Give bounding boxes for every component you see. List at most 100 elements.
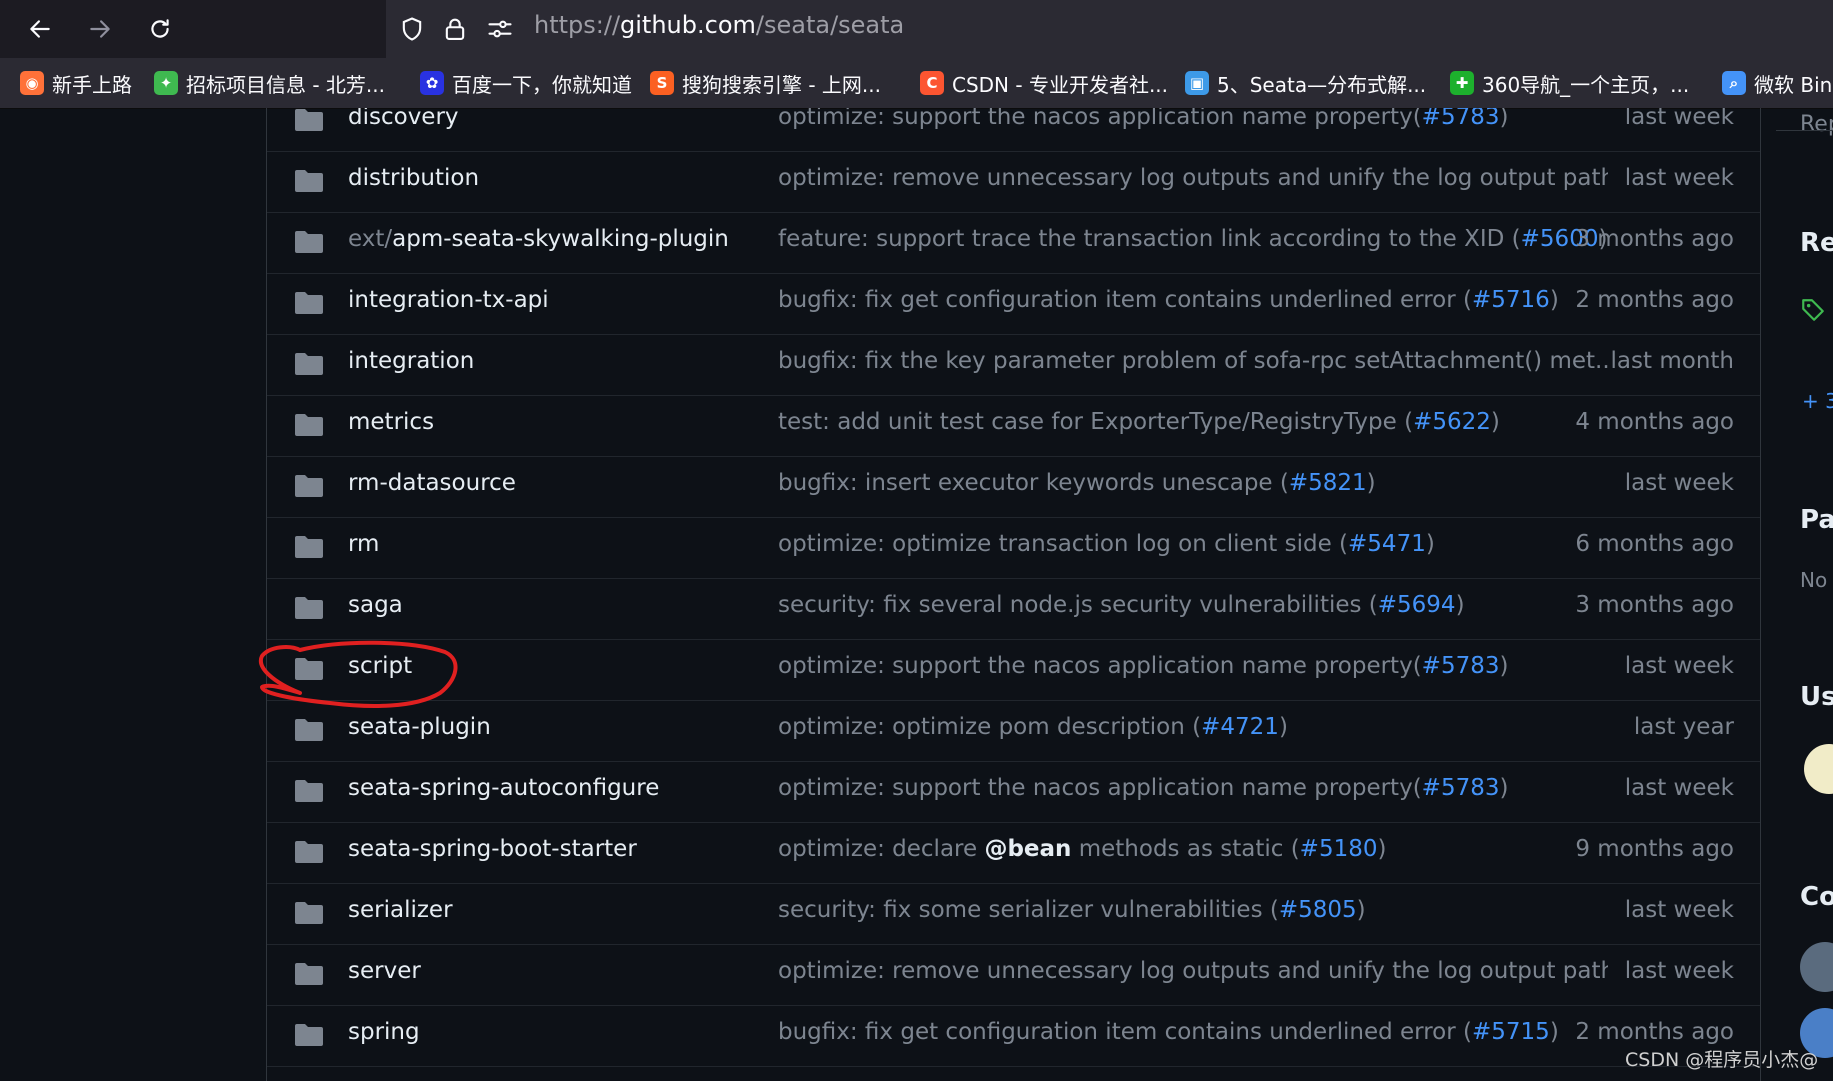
commit-age[interactable]: last week xyxy=(1625,470,1734,496)
commit-message-text: methods as static ( xyxy=(1071,836,1300,862)
folder-name-link[interactable]: integration xyxy=(348,348,474,374)
commit-age[interactable]: 4 months ago xyxy=(1575,409,1734,435)
commit-message-suffix: ) xyxy=(1425,531,1435,557)
folder-name-link[interactable]: rm-datasource xyxy=(348,470,516,496)
reload-button[interactable] xyxy=(143,12,177,46)
bookmark-item[interactable]: ✿ 百度一下，你就知道 xyxy=(420,69,632,97)
commit-message-link[interactable]: bugfix: fix get configuration item conta… xyxy=(778,287,1559,313)
commit-message-link[interactable]: bugfix: insert executor keywords unescap… xyxy=(778,470,1376,496)
bookmark-item[interactable]: C CSDN - 专业开发者社... xyxy=(920,69,1168,97)
commit-age[interactable]: 2 months ago xyxy=(1575,287,1734,313)
commit-message-link[interactable]: optimize: remove unnecessary log outputs… xyxy=(778,165,1608,191)
url-text[interactable]: https://github.com/seata/seata xyxy=(534,11,904,39)
commit-message-link[interactable]: test: add unit test case for ExporterTyp… xyxy=(778,409,1500,435)
commit-message-text: optimize: optimize transaction log on cl… xyxy=(778,531,1349,557)
commit-message-link[interactable]: security: fix several node.js security v… xyxy=(778,592,1465,618)
pull-request-link[interactable]: #5694 xyxy=(1378,592,1456,618)
folder-icon xyxy=(294,108,324,132)
pull-request-link[interactable]: #5716 xyxy=(1472,287,1550,313)
sidebar-more-releases-link[interactable]: + 3 xyxy=(1802,389,1833,413)
folder-name-link[interactable]: server xyxy=(348,958,421,984)
folder-icon xyxy=(294,352,324,376)
commit-message-link[interactable]: optimize: support the nacos application … xyxy=(778,108,1508,130)
pull-request-link[interactable]: #5805 xyxy=(1279,897,1357,923)
bookmark-item[interactable]: ◉ 新手上路 xyxy=(20,69,132,97)
commit-age[interactable]: last week xyxy=(1625,653,1734,679)
folder-name: metrics xyxy=(348,409,435,435)
commit-message-link[interactable]: bugfix: fix get configuration item conta… xyxy=(778,1019,1559,1045)
folder-name: discovery xyxy=(348,108,459,130)
bookmark-item[interactable]: S 搜狗搜索引擎 - 上网... xyxy=(650,69,881,97)
commit-message-text: security: fix several node.js security v… xyxy=(778,592,1378,618)
folder-name-link[interactable]: metrics xyxy=(348,409,434,435)
forward-button[interactable] xyxy=(83,12,117,46)
pull-request-link[interactable]: #5715 xyxy=(1472,1019,1550,1045)
pull-request-link[interactable]: #5471 xyxy=(1348,531,1426,557)
commit-age[interactable]: last week xyxy=(1625,108,1734,130)
folder-name-link[interactable]: rm xyxy=(348,531,379,557)
folder-name-link[interactable]: discovery xyxy=(348,108,459,130)
bookmark-item[interactable]: ✚ 360导航_一个主页，... xyxy=(1450,69,1689,97)
bookmarks-bar: ◉ 新手上路 ✦ 招标项目信息 - 北芳... ✿ 百度一下，你就知道 S 搜狗搜索引擎 - … xyxy=(0,58,1833,109)
commit-message-link[interactable]: optimize: optimize transaction log on cl… xyxy=(778,531,1435,557)
commit-age[interactable]: last week xyxy=(1625,165,1734,191)
file-row: spring bugfix: fix get configuration item… xyxy=(267,1005,1760,1067)
contributor-avatar[interactable] xyxy=(1800,942,1833,992)
folder-icon xyxy=(294,840,324,864)
shield-icon[interactable] xyxy=(398,15,426,43)
bookmark-item[interactable]: ✦ 招标项目信息 - 北芳... xyxy=(154,69,385,97)
pull-request-link[interactable]: #5180 xyxy=(1300,836,1378,862)
commit-age[interactable]: 9 months ago xyxy=(1575,836,1734,862)
commit-message-text: test: add unit test case for ExporterTyp… xyxy=(778,409,1414,435)
pull-request-link[interactable]: #5783 xyxy=(1422,775,1500,801)
pull-request-link[interactable]: #5783 xyxy=(1422,108,1500,130)
folder-name: spring xyxy=(348,1019,420,1045)
file-row: integration-tx-api bugfix: fix get config… xyxy=(267,273,1760,335)
used-by-avatar[interactable] xyxy=(1804,744,1833,794)
commit-message-link[interactable]: optimize: optimize pom description (#472… xyxy=(778,714,1288,740)
pull-request-link[interactable]: #5783 xyxy=(1422,653,1500,679)
bilibili-icon: ▣ xyxy=(1185,71,1209,95)
commit-message-text: optimize: support the nacos application … xyxy=(778,108,1422,130)
commit-message-link[interactable]: bugfix: fix the key parameter problem of… xyxy=(778,348,1608,374)
commit-age[interactable]: 2 months ago xyxy=(1575,1019,1734,1045)
folder-name-link[interactable]: seata-spring-autoconfigure xyxy=(348,775,659,801)
commit-age[interactable]: last year xyxy=(1634,714,1734,740)
commit-message-link[interactable]: optimize: declare @bean methods as stati… xyxy=(778,836,1386,862)
pull-request-link[interactable]: #4721 xyxy=(1201,714,1279,740)
commit-message-link[interactable]: optimize: support the nacos application … xyxy=(778,775,1508,801)
mention-link[interactable]: @bean xyxy=(984,836,1071,862)
folder-name-link[interactable]: integration-tx-api xyxy=(348,287,549,313)
commit-age[interactable]: last month xyxy=(1611,348,1734,374)
lock-icon[interactable] xyxy=(441,15,469,43)
file-row: integration bugfix: fix the key parameter… xyxy=(267,334,1760,396)
folder-name-link[interactable]: seata-plugin xyxy=(348,714,491,740)
folder-name-link[interactable]: seata-spring-boot-starter xyxy=(348,836,637,862)
folder-name-link[interactable]: script xyxy=(348,653,412,679)
commit-age[interactable]: last week xyxy=(1625,958,1734,984)
back-button[interactable] xyxy=(23,12,57,46)
bookmark-item[interactable]: ⌕ 微软 Bing xyxy=(1722,69,1833,97)
folder-name-link[interactable]: distribution xyxy=(348,165,479,191)
url-bar[interactable]: https://github.com/seata/seata xyxy=(386,0,1833,58)
commit-message-link[interactable]: security: fix some serializer vulnerabil… xyxy=(778,897,1366,923)
commit-age[interactable]: last week xyxy=(1625,897,1734,923)
pull-request-link[interactable]: #5622 xyxy=(1413,409,1491,435)
folder-name-link[interactable]: saga xyxy=(348,592,403,618)
permissions-icon[interactable] xyxy=(486,15,514,43)
pull-request-link[interactable]: #5821 xyxy=(1289,470,1367,496)
url-path: /seata/seata xyxy=(755,11,905,39)
folder-name-link[interactable]: spring xyxy=(348,1019,420,1045)
file-row: server optimize: remove unnecessary log o… xyxy=(267,944,1760,1006)
commit-age[interactable]: last week xyxy=(1625,775,1734,801)
commit-message-link[interactable]: optimize: support the nacos application … xyxy=(778,653,1508,679)
folder-name-link[interactable]: ext/apm-seata-skywalking-plugin xyxy=(348,226,729,252)
bookmark-item[interactable]: ▣ 5、Seata—分布式解... xyxy=(1185,69,1426,97)
commit-age[interactable]: 6 months ago xyxy=(1575,531,1734,557)
sidebar-report-link[interactable]: Rep xyxy=(1800,112,1833,137)
folder-name-link[interactable]: serializer xyxy=(348,897,453,923)
commit-message-link[interactable]: optimize: remove unnecessary log outputs… xyxy=(778,958,1608,984)
commit-age[interactable]: 3 months ago xyxy=(1575,226,1734,252)
commit-age[interactable]: 3 months ago xyxy=(1575,592,1734,618)
commit-message-link[interactable]: feature: support trace the transaction l… xyxy=(778,226,1607,252)
